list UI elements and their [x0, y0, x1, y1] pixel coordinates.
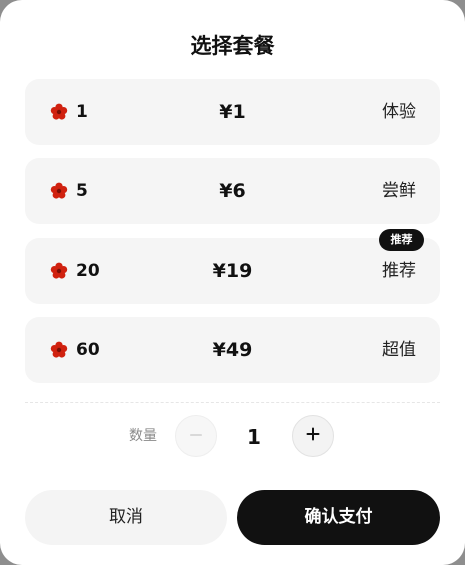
option-quantity-value: 5 — [76, 181, 88, 201]
flower-icon — [50, 182, 68, 200]
option-quantity: 1 — [50, 79, 88, 145]
option-quantity: 20 — [50, 238, 100, 304]
recommended-badge: 推荐 — [379, 229, 424, 251]
minus-icon — [189, 427, 203, 446]
package-option-5[interactable]: 5 ¥6 尝鲜 — [25, 158, 440, 224]
increment-button[interactable] — [292, 415, 334, 457]
option-tag: 超值 — [382, 340, 416, 360]
flower-icon — [50, 341, 68, 359]
option-tag: 体验 — [382, 102, 416, 122]
dialog-title: 选择套餐 — [190, 34, 275, 58]
cancel-button[interactable]: 取消 — [25, 490, 227, 545]
package-option-20[interactable]: 20 ¥19 推荐 — [25, 238, 440, 304]
decrement-button[interactable] — [175, 415, 217, 457]
package-option-1[interactable]: 1 ¥1 体验 — [25, 79, 440, 145]
flower-icon — [50, 262, 68, 280]
option-quantity: 5 — [50, 158, 88, 224]
plus-icon — [305, 426, 321, 446]
quantity-value: 1 — [247, 425, 261, 449]
quantity-label: 数量 — [129, 428, 157, 444]
option-tag: 尝鲜 — [382, 181, 416, 201]
option-quantity: 60 — [50, 317, 100, 383]
package-select-dialog: 选择套餐 1 ¥1 体验 5 ¥6 尝鲜 20 ¥19 推荐 推荐 60 ¥49… — [0, 0, 465, 565]
option-quantity-value: 20 — [76, 261, 100, 281]
option-quantity-value: 60 — [76, 340, 100, 360]
dashed-divider — [25, 402, 440, 403]
package-option-60[interactable]: 60 ¥49 超值 — [25, 317, 440, 383]
flower-icon — [50, 103, 68, 121]
option-quantity-value: 1 — [76, 102, 88, 122]
confirm-payment-button[interactable]: 确认支付 — [237, 490, 440, 545]
